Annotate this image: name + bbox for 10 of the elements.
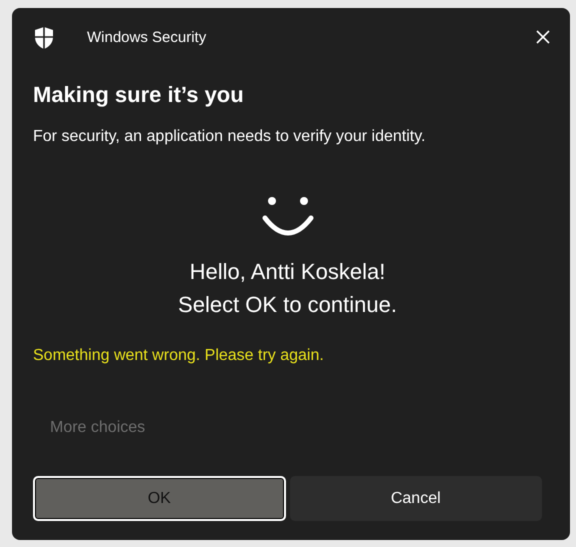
description-text: For security, an application needs to verify your identity. xyxy=(33,127,426,148)
window-title: Windows Security xyxy=(87,28,206,48)
error-message: Something went wrong. Please try again. xyxy=(33,346,325,366)
greeting-text: Hello, Antti Koskela! xyxy=(188,258,386,286)
cancel-button[interactable]: Cancel xyxy=(290,476,542,522)
greeting-text: Select OK to continue. xyxy=(177,291,398,320)
close-icon xyxy=(535,28,551,45)
dialog-heading: Making sure it’s you xyxy=(33,82,245,108)
shield-icon xyxy=(34,27,54,49)
ok-button[interactable]: OK xyxy=(33,476,286,522)
